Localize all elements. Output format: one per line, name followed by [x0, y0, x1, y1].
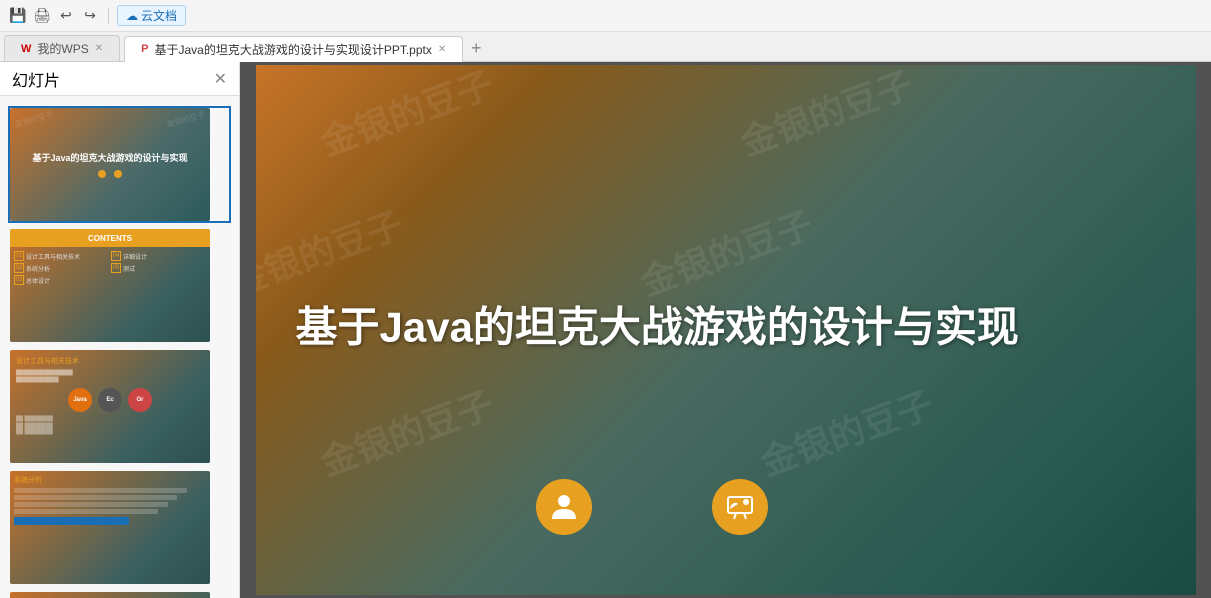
tab-ppt[interactable]: P 基于Java的坦克大战游戏的设计与实现设计PPT.pptx ✕: [124, 36, 463, 62]
slide1-watermark-tl: 金银的豆子: [13, 109, 54, 130]
slide2-num5: 03: [14, 275, 24, 285]
slide2-num1: 01: [14, 251, 24, 261]
slide-thumb-3[interactable]: 3 设计工具与相关技术 ████████████████████████████…: [8, 348, 231, 465]
watermark-3: 金银的豆子: [256, 196, 409, 306]
slide2-text5: 总体设计: [26, 276, 50, 285]
tab-ppt-label: 基于Java的坦克大战游戏的设计与实现设计PPT.pptx: [154, 41, 431, 58]
cloud-button[interactable]: ☁ 云文档: [117, 5, 186, 26]
watermark-5: 金银的豆子: [312, 376, 499, 486]
slide2-num4: 05: [111, 263, 121, 273]
slide3-logo-java: Java: [68, 388, 92, 412]
slide2-content: 01 设计工具与相关技术 04 详细设计 02 系统分析: [10, 247, 210, 289]
watermark-4: 金银的豆子: [632, 196, 819, 306]
undo-icon[interactable]: ↩: [56, 6, 76, 26]
slide3-title: 设计工具与相关技术: [16, 356, 204, 366]
tab-bar: W 我的WPS ✕ P 基于Java的坦克大战游戏的设计与实现设计PPT.ppt…: [0, 32, 1211, 62]
person-icon: [548, 491, 580, 523]
slide-thumb-5[interactable]: 5 总体设计: [8, 590, 231, 598]
slide1-dot2: [114, 170, 122, 178]
slide2-item4: 05 测试: [111, 263, 206, 273]
slide-preview-2: CONTENTS 01 设计工具与相关技术 04 详细设计: [10, 229, 210, 342]
new-tab-button[interactable]: +: [463, 35, 489, 61]
slide-preview-5: 总体设计: [10, 592, 210, 598]
top-bar: 💾 🖨 ↩ ↪ ☁ 云文档: [0, 0, 1211, 32]
slide4-lines: [14, 488, 206, 514]
slide2-text2: 详细设计: [123, 252, 147, 261]
slide4-line1: [14, 488, 187, 493]
bottom-icons: [536, 479, 768, 535]
slide2-item5: 03 总体设计: [14, 275, 109, 285]
slide3-logo-eclipse: Ec: [98, 388, 122, 412]
slide4-title: 系统分析: [14, 475, 206, 485]
slide2-item3: 02 系统分析: [14, 263, 109, 273]
slide-preview-1: 金银的豆子 金银的豆子 基于Java的坦克大战游戏的设计与实现: [10, 108, 210, 221]
slide-preview-4: 系统分析: [10, 471, 210, 584]
slides-list: 1 金银的豆子 金银的豆子 基于Java的坦克大战游戏的设计与实现 2: [0, 96, 239, 598]
slide-thumb-4[interactable]: 4 系统分析: [8, 469, 231, 586]
slide2-num2: 04: [111, 251, 121, 261]
slide2-item1: 01 设计工具与相关技术: [14, 251, 109, 261]
slide4-line3: [14, 502, 168, 507]
sidebar-close-button[interactable]: ✕: [214, 69, 227, 89]
slide-preview-3: 设计工具与相关技术 ████████████████████████████ J…: [10, 350, 210, 463]
slide4-line2: [14, 495, 177, 500]
slide2-item2: 04 详细设计: [111, 251, 206, 261]
watermark-6: 金银的豆子: [752, 376, 939, 486]
slide1-dot1: [98, 170, 106, 178]
separator: [108, 8, 109, 24]
redo-icon[interactable]: ↪: [80, 6, 100, 26]
person-screen-icon: [724, 491, 756, 523]
slide2-num3: 02: [14, 263, 24, 273]
person-screen-icon-circle: [712, 479, 768, 535]
person-icon-circle: [536, 479, 592, 535]
watermark-2: 金银的豆子: [732, 65, 919, 166]
slide2-text3: 系统分析: [26, 264, 50, 273]
tab-wps-close[interactable]: ✕: [95, 43, 103, 54]
tab-ppt-close[interactable]: ✕: [438, 44, 446, 55]
save-icon[interactable]: 💾: [8, 6, 28, 26]
slide3-logos: Java Ec Gr: [16, 388, 204, 412]
cloud-label: 云文档: [141, 7, 177, 24]
slides-panel: 幻灯片 ✕ 1 金银的豆子 金银的豆子 基于Java的坦克大战游戏的设计与实现: [0, 62, 240, 598]
watermark-1: 金银的豆子: [312, 65, 499, 166]
tab-wps[interactable]: W 我的WPS ✕: [4, 35, 120, 61]
slide2-text4: 测试: [123, 264, 135, 273]
print-icon[interactable]: 🖨: [32, 6, 52, 26]
slide-thumb-2[interactable]: 2 CONTENTS 01 设计工具与相关技术 04: [8, 227, 231, 344]
slide3-logo-graphics: Gr: [128, 388, 152, 412]
main-slide-title: 基于Java的坦克大战游戏的设计与实现: [296, 293, 1019, 354]
slide-area: 金银的豆子 金银的豆子 金银的豆子 金银的豆子 金银的豆子 金银的豆子 基于Ja…: [240, 62, 1211, 598]
slide3-text: ████████████████████████████: [16, 370, 204, 384]
sidebar-title: 幻灯片: [12, 67, 60, 91]
slide2-header-text: CONTENTS: [88, 234, 132, 243]
main-slide[interactable]: 金银的豆子 金银的豆子 金银的豆子 金银的豆子 金银的豆子 金银的豆子 基于Ja…: [256, 65, 1196, 595]
slide4-bar: [14, 517, 129, 525]
slide3-desc: ██ ██████████ ██████████ ████████: [16, 416, 204, 436]
slide2-text1: 设计工具与相关技术: [26, 252, 80, 261]
slide-thumb-1[interactable]: 1 金银的豆子 金银的豆子 基于Java的坦克大战游戏的设计与实现: [8, 106, 231, 223]
slide2-header: CONTENTS: [10, 229, 210, 247]
main-content: 幻灯片 ✕ 1 金银的豆子 金银的豆子 基于Java的坦克大战游戏的设计与实现: [0, 62, 1211, 598]
slide4-line4: [14, 509, 158, 514]
sidebar-header: 幻灯片 ✕: [0, 62, 239, 96]
slide1-title: 基于Java的坦克大战游戏的设计与实现: [26, 151, 193, 164]
slide1-watermark-tr: 金银的豆子: [165, 109, 206, 130]
tab-wps-label: 我的WPS: [37, 40, 88, 57]
slide1-dots: [98, 170, 122, 178]
